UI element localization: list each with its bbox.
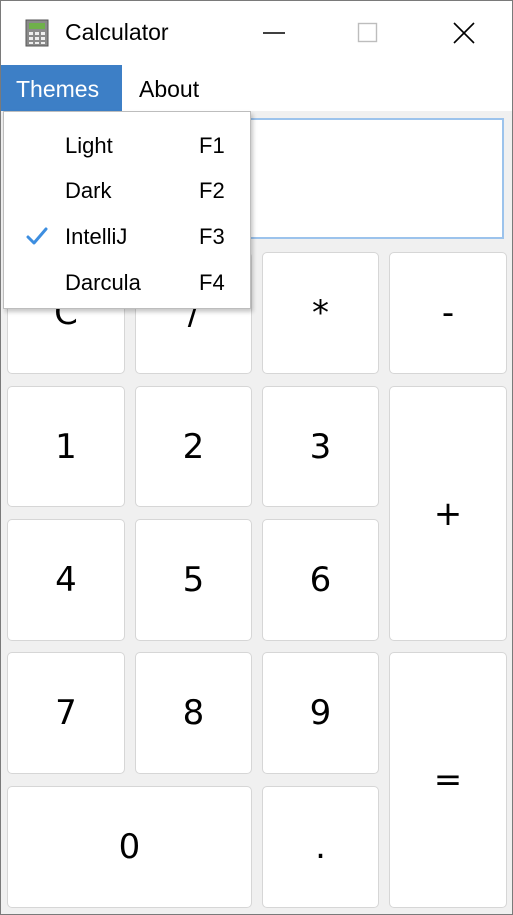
key-equals[interactable]: = (389, 652, 507, 908)
menu-themes[interactable]: Themes (1, 65, 122, 111)
key-9[interactable]: 9 (262, 652, 379, 774)
minimize-button[interactable] (227, 1, 319, 65)
calculator-icon (25, 19, 49, 47)
key-4[interactable]: 4 (7, 519, 125, 641)
close-icon (453, 22, 475, 44)
key-5[interactable]: 5 (135, 519, 252, 641)
maximize-button[interactable] (321, 1, 413, 65)
checkmark-icon (26, 227, 48, 245)
theme-shortcut: F4 (199, 270, 225, 295)
theme-label: Darcula (65, 270, 141, 295)
key-2[interactable]: 2 (135, 386, 252, 507)
key-1[interactable]: 1 (7, 386, 125, 507)
theme-item-darcula[interactable]: Darcula F4 (4, 260, 250, 306)
theme-shortcut: F1 (199, 133, 225, 158)
title-bar[interactable]: Calculator (1, 1, 512, 65)
themes-dropdown: Light F1 Dark F2 IntelliJ F3 Darcula F4 (3, 111, 251, 309)
key-dot[interactable]: . (262, 786, 379, 908)
theme-shortcut: F2 (199, 178, 225, 203)
maximize-icon (357, 22, 378, 43)
key-8[interactable]: 8 (135, 652, 252, 774)
minimize-icon (263, 32, 285, 34)
theme-label: Light (65, 133, 113, 158)
theme-shortcut: F3 (199, 224, 225, 249)
window-title: Calculator (65, 19, 169, 45)
close-button[interactable] (417, 1, 509, 65)
key-7[interactable]: 7 (7, 652, 125, 774)
theme-label: IntelliJ (65, 224, 128, 249)
theme-item-intellij[interactable]: IntelliJ F3 (4, 214, 250, 260)
key-6[interactable]: 6 (262, 519, 379, 641)
key-3[interactable]: 3 (262, 386, 379, 507)
key-minus[interactable]: - (389, 252, 507, 374)
key-multiply[interactable]: * (262, 252, 379, 374)
key-plus[interactable]: + (389, 386, 507, 641)
calculator-window: Calculator Themes About C / * - 1 2 3 + (0, 0, 513, 915)
menu-bar: Themes About (1, 65, 512, 111)
theme-item-dark[interactable]: Dark F2 (4, 168, 250, 214)
key-0[interactable]: 0 (7, 786, 252, 908)
theme-label: Dark (65, 178, 112, 203)
theme-item-light[interactable]: Light F1 (4, 123, 250, 169)
menu-about[interactable]: About (124, 65, 214, 111)
